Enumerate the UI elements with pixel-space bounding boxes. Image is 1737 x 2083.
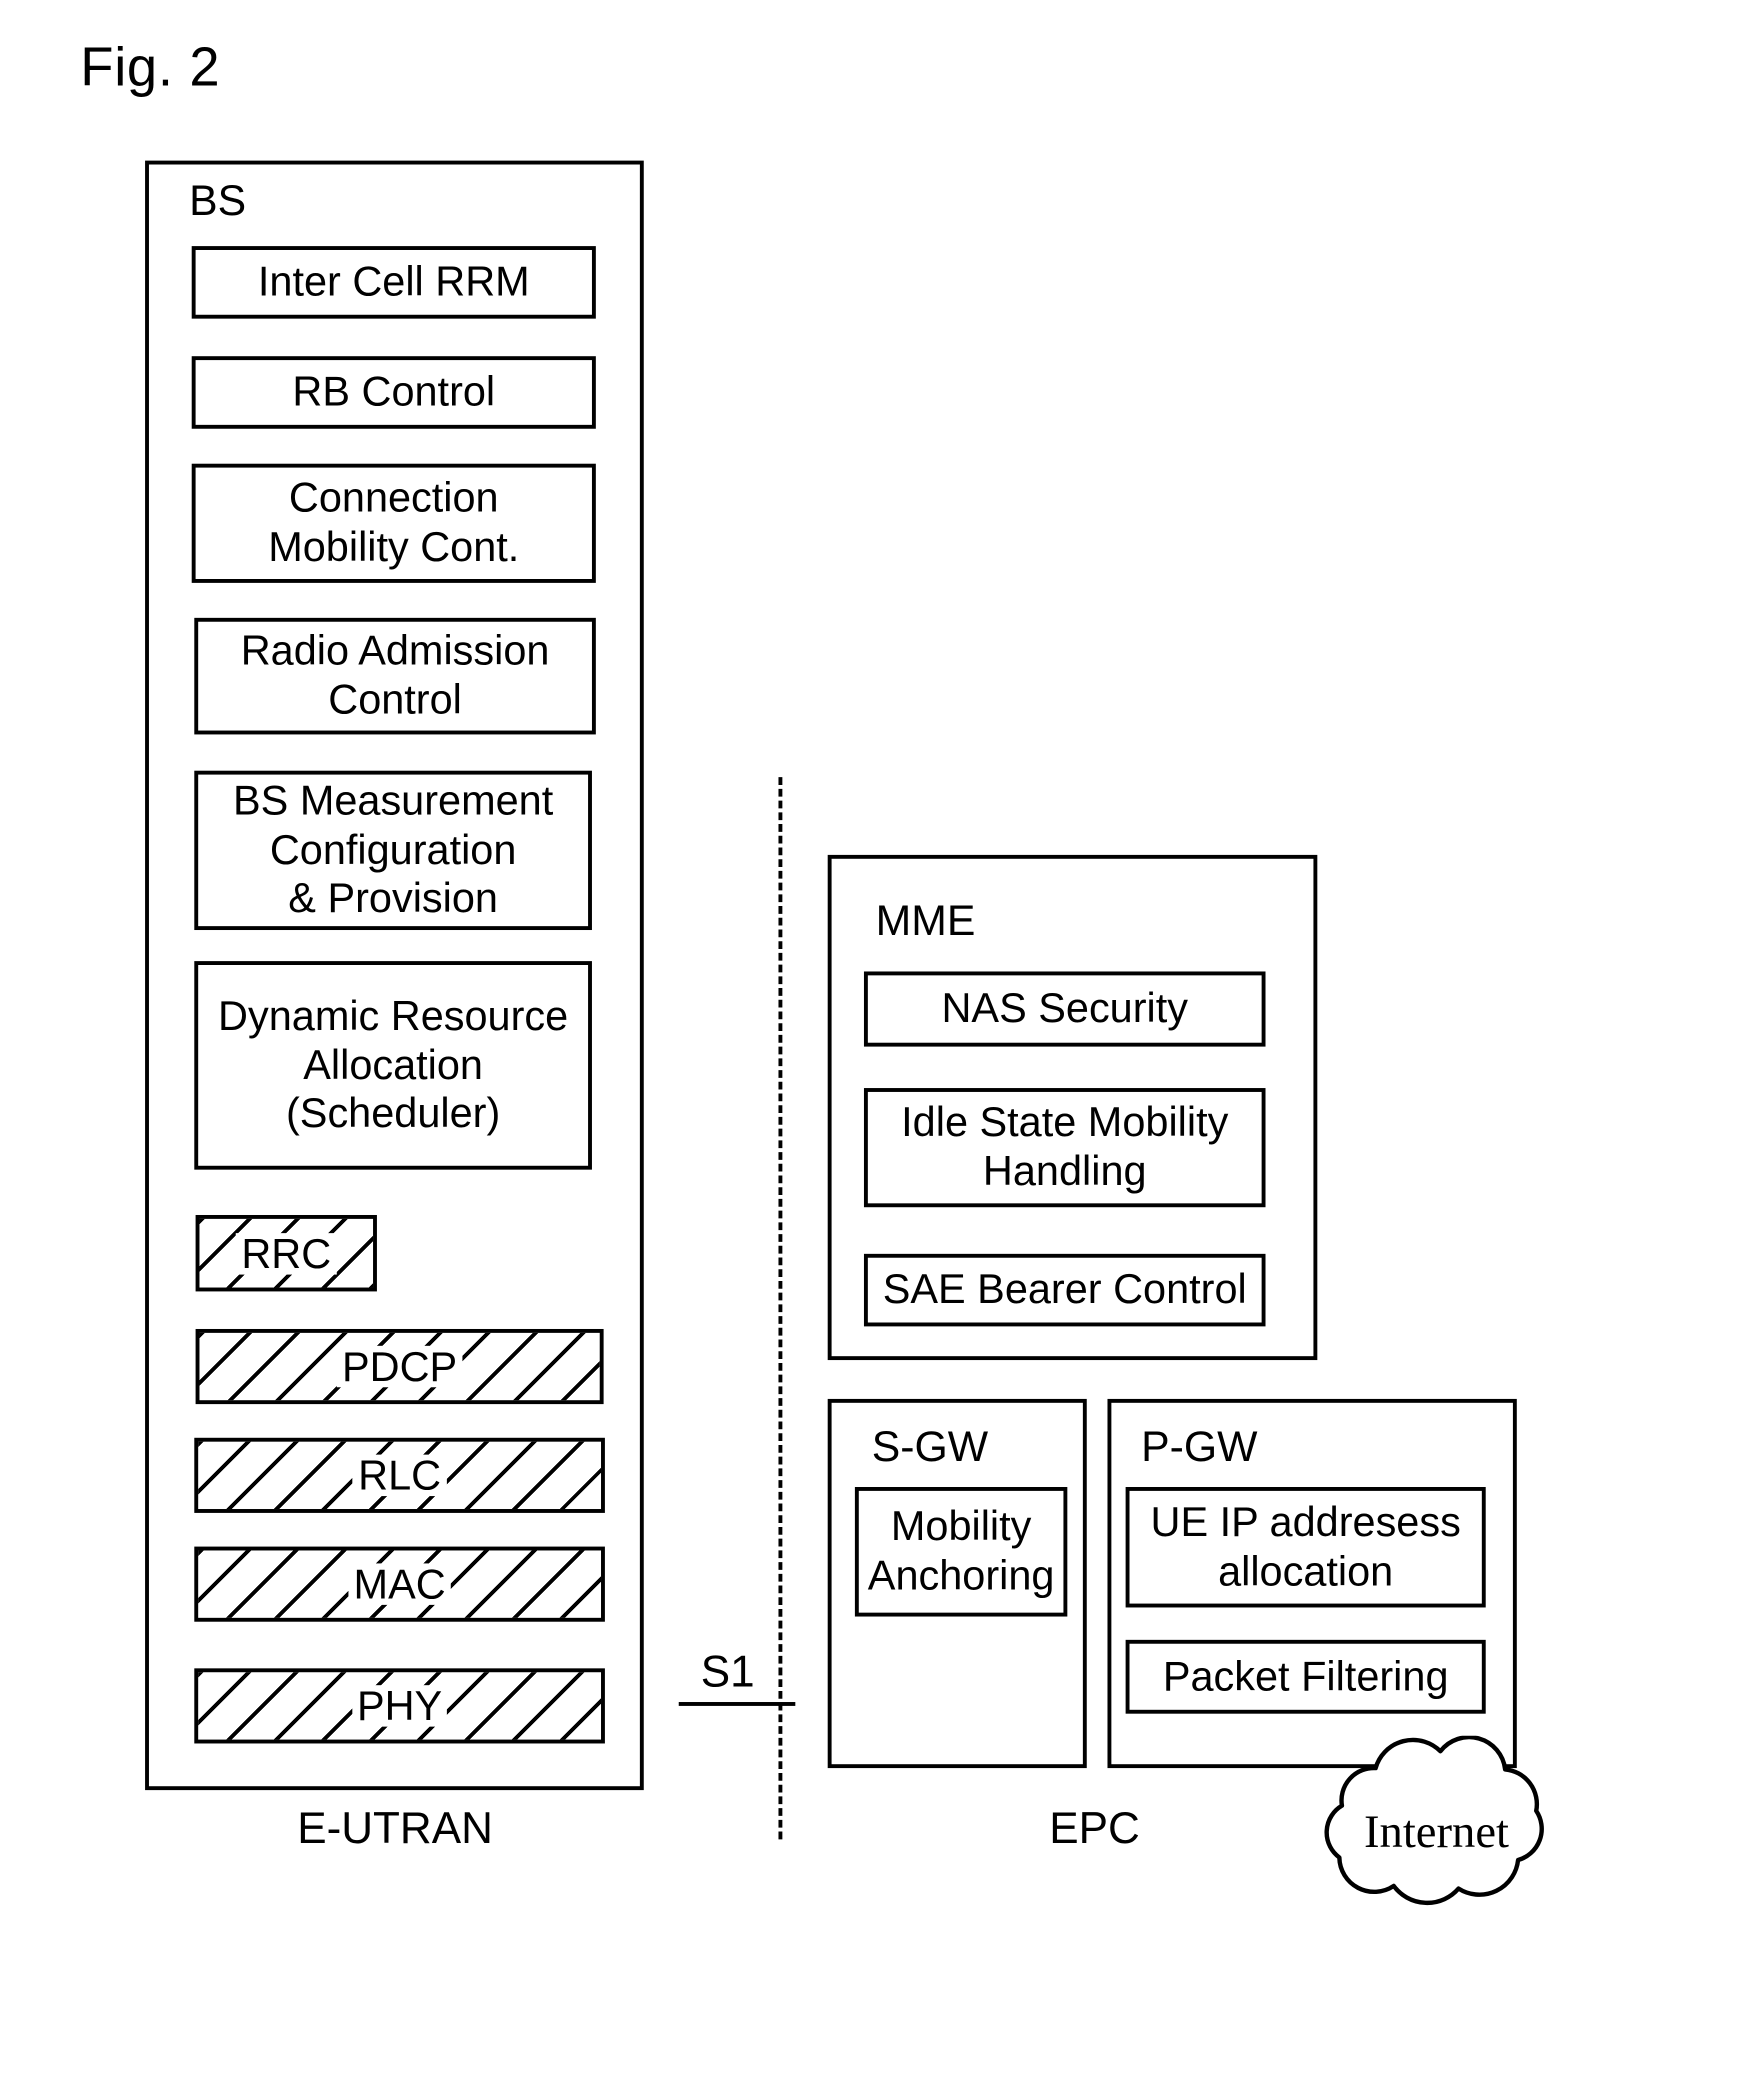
pgw-node-title: P-GW (1141, 1422, 1258, 1471)
mme-function-block-label: Idle State Mobility Handling (901, 1098, 1229, 1195)
internet-cloud: Internet (1295, 1735, 1577, 1911)
bs-protocol-layer-block: MAC (194, 1546, 605, 1622)
eutran-epc-divider (778, 777, 783, 1840)
bs-function-block: Connection Mobility Cont. (191, 463, 596, 583)
sgw-function-block: Mobility Anchoring (854, 1487, 1068, 1617)
mme-function-block-label: NAS Security (941, 984, 1188, 1032)
bs-function-block-label: Connection Mobility Cont. (268, 474, 520, 570)
figure-stage: Fig. 2 BS Inter Cell RRM RB Control Connec… (0, 0, 1737, 2083)
bs-function-block-label: Dynamic Resource Allocation (Scheduler) (218, 992, 569, 1137)
mme-function-block-label: SAE Bearer Control (882, 1265, 1247, 1313)
bs-protocol-layer-block-label: PHY (351, 1685, 448, 1727)
internet-label: Internet (1363, 1805, 1509, 1857)
pgw-function-block: Packet Filtering (1125, 1639, 1486, 1714)
mme-function-block: NAS Security (863, 971, 1266, 1047)
eutran-caption: E-UTRAN (297, 1804, 493, 1854)
pgw-function-block-label: Packet Filtering (1162, 1652, 1449, 1699)
bs-function-block: Dynamic Resource Allocation (Scheduler) (194, 961, 592, 1170)
bs-protocol-layer-block-label: PDCP (336, 1345, 463, 1388)
bs-protocol-layer-block-label: RRC (236, 1232, 337, 1274)
sgw-node-title: S-GW (871, 1422, 989, 1471)
s1-interface-line (678, 1702, 796, 1706)
bs-protocol-layer-block: RLC (194, 1437, 605, 1513)
bs-node-title: BS (189, 176, 247, 225)
bs-protocol-layer-block: PHY (194, 1668, 605, 1744)
mme-function-block: SAE Bearer Control (863, 1253, 1266, 1327)
bs-protocol-layer-block-label: MAC (348, 1563, 451, 1605)
figure-label: Fig. 2 (80, 36, 221, 98)
bs-function-block: BS Measurement Configuration & Provision (194, 770, 592, 931)
bs-protocol-layer-block: RRC (195, 1214, 377, 1292)
bs-function-block-label: RB Control (292, 368, 496, 415)
bs-protocol-layer-block-label: RLC (352, 1454, 447, 1497)
bs-function-block-label: Radio Admission Control (240, 627, 550, 723)
mme-function-block: Idle State Mobility Handling (863, 1088, 1266, 1208)
s1-interface-label: S1 (700, 1647, 755, 1697)
epc-caption: EPC (1049, 1804, 1140, 1854)
bs-function-block: RB Control (191, 356, 596, 429)
sgw-function-block-label: Mobility Anchoring (867, 1502, 1055, 1599)
bs-function-block-label: BS Measurement Configuration & Provision (233, 777, 554, 922)
pgw-function-block: UE IP addresess allocation (1125, 1487, 1486, 1608)
bs-function-block-label: Inter Cell RRM (257, 257, 530, 305)
bs-function-block: Radio Admission Control (194, 617, 596, 735)
mme-node-title: MME (875, 896, 976, 945)
figure-canvas: Fig. 2 BS Inter Cell RRM RB Control Connec… (0, 0, 1737, 2083)
pgw-function-block-label: UE IP addresess allocation (1150, 1498, 1461, 1594)
bs-function-block: Inter Cell RRM (191, 246, 596, 319)
bs-protocol-layer-block: PDCP (195, 1328, 604, 1405)
